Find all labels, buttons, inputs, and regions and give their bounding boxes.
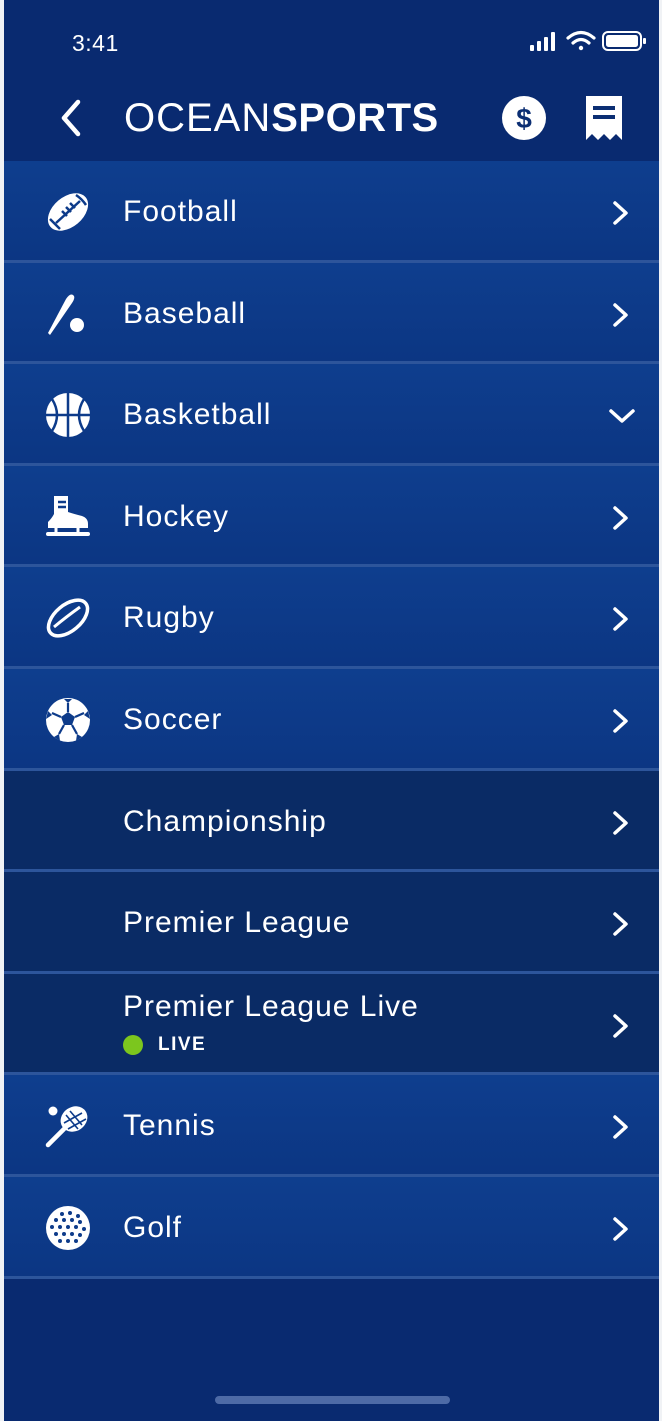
- sports-menu-screen: 3:41 OCEANSPORTS $ Football Baseball Bas…: [0, 0, 662, 1421]
- football-icon: [47, 193, 89, 231]
- chevron-right-icon: [613, 201, 628, 225]
- sport-item-label: Baseball: [123, 296, 247, 330]
- live-badge: LIVE: [123, 1032, 206, 1058]
- sport-item-label: Golf: [123, 1210, 183, 1244]
- sport-item-soccer[interactable]: Soccer: [4, 668, 659, 771]
- status-bar: 3:41: [4, 0, 659, 80]
- chevron-right-icon: [613, 1217, 628, 1241]
- sport-item-golf[interactable]: Golf: [4, 1176, 659, 1279]
- bet-slip-button[interactable]: [580, 94, 628, 142]
- chevron-down-icon: [609, 409, 635, 423]
- balance-button[interactable]: $: [500, 94, 548, 142]
- golf-ball-icon: [46, 1205, 90, 1250]
- device-frame-left: [0, 0, 4, 1421]
- league-item-label: Championship: [123, 804, 327, 838]
- sport-item-basketball[interactable]: Basketball: [4, 364, 659, 466]
- tennis-racket-icon: [45, 1106, 88, 1148]
- chevron-right-icon: [613, 709, 628, 733]
- receipt-icon: [586, 96, 622, 140]
- league-item-label: Premier League: [123, 906, 351, 940]
- league-item-label: Premier League Live: [123, 989, 419, 1023]
- chevron-right-icon: [613, 1115, 628, 1140]
- brand-name-light: OCEAN: [124, 96, 272, 140]
- chevron-right-icon: [613, 912, 628, 936]
- sport-item-label: Rugby: [123, 601, 215, 635]
- brand-name-bold: SPORTS: [271, 96, 439, 140]
- live-badge-label: LIVE: [158, 1033, 207, 1055]
- app-logo: OCEANSPORTS: [124, 94, 439, 142]
- sport-item-tennis[interactable]: Tennis: [4, 1075, 659, 1177]
- chevron-right-icon: [613, 506, 628, 530]
- soccer-ball-icon: [46, 697, 90, 742]
- app-header: OCEANSPORTS $: [4, 80, 659, 160]
- chevron-right-icon: [613, 607, 628, 632]
- wifi-icon: [566, 30, 596, 51]
- chevron-right-icon: [613, 302, 628, 327]
- basketball-icon: [46, 393, 90, 438]
- sport-item-rugby[interactable]: Rugby: [4, 567, 659, 669]
- sport-item-baseball[interactable]: Baseball: [4, 262, 659, 365]
- sport-item-label: Hockey: [123, 499, 230, 533]
- sport-item-label: Basketball: [123, 398, 272, 432]
- rugby-ball-icon: [46, 598, 90, 638]
- hockey-skate-icon: [46, 495, 90, 536]
- dollar-coin-icon: $: [502, 96, 546, 140]
- sports-list: Football Baseball Basketball Hockey Rugb…: [4, 161, 659, 1279]
- battery-icon: [602, 31, 646, 51]
- sport-item-label: Football: [123, 195, 238, 228]
- status-icons: [530, 30, 646, 51]
- league-item-championship[interactable]: Championship: [4, 770, 659, 873]
- chevron-left-icon: [61, 99, 81, 137]
- status-time: 3:41: [72, 30, 119, 56]
- sport-item-label: Tennis: [123, 1109, 216, 1143]
- svg-text:$: $: [516, 103, 532, 134]
- league-item-premier-league[interactable]: Premier League: [4, 872, 659, 974]
- back-button[interactable]: [48, 94, 96, 142]
- sport-item-football[interactable]: Football: [4, 161, 659, 263]
- chevron-right-icon: [613, 1014, 628, 1038]
- chevron-right-icon: [613, 810, 628, 835]
- home-indicator[interactable]: [215, 1396, 450, 1404]
- baseball-bat-icon: [48, 294, 84, 335]
- sport-item-label: Soccer: [123, 702, 223, 736]
- league-item-premier-league-live[interactable]: Premier League Live LIVE: [4, 973, 659, 1076]
- live-dot-icon: [123, 1034, 143, 1055]
- signal-icon: [530, 32, 555, 51]
- sport-item-hockey[interactable]: Hockey: [4, 465, 659, 568]
